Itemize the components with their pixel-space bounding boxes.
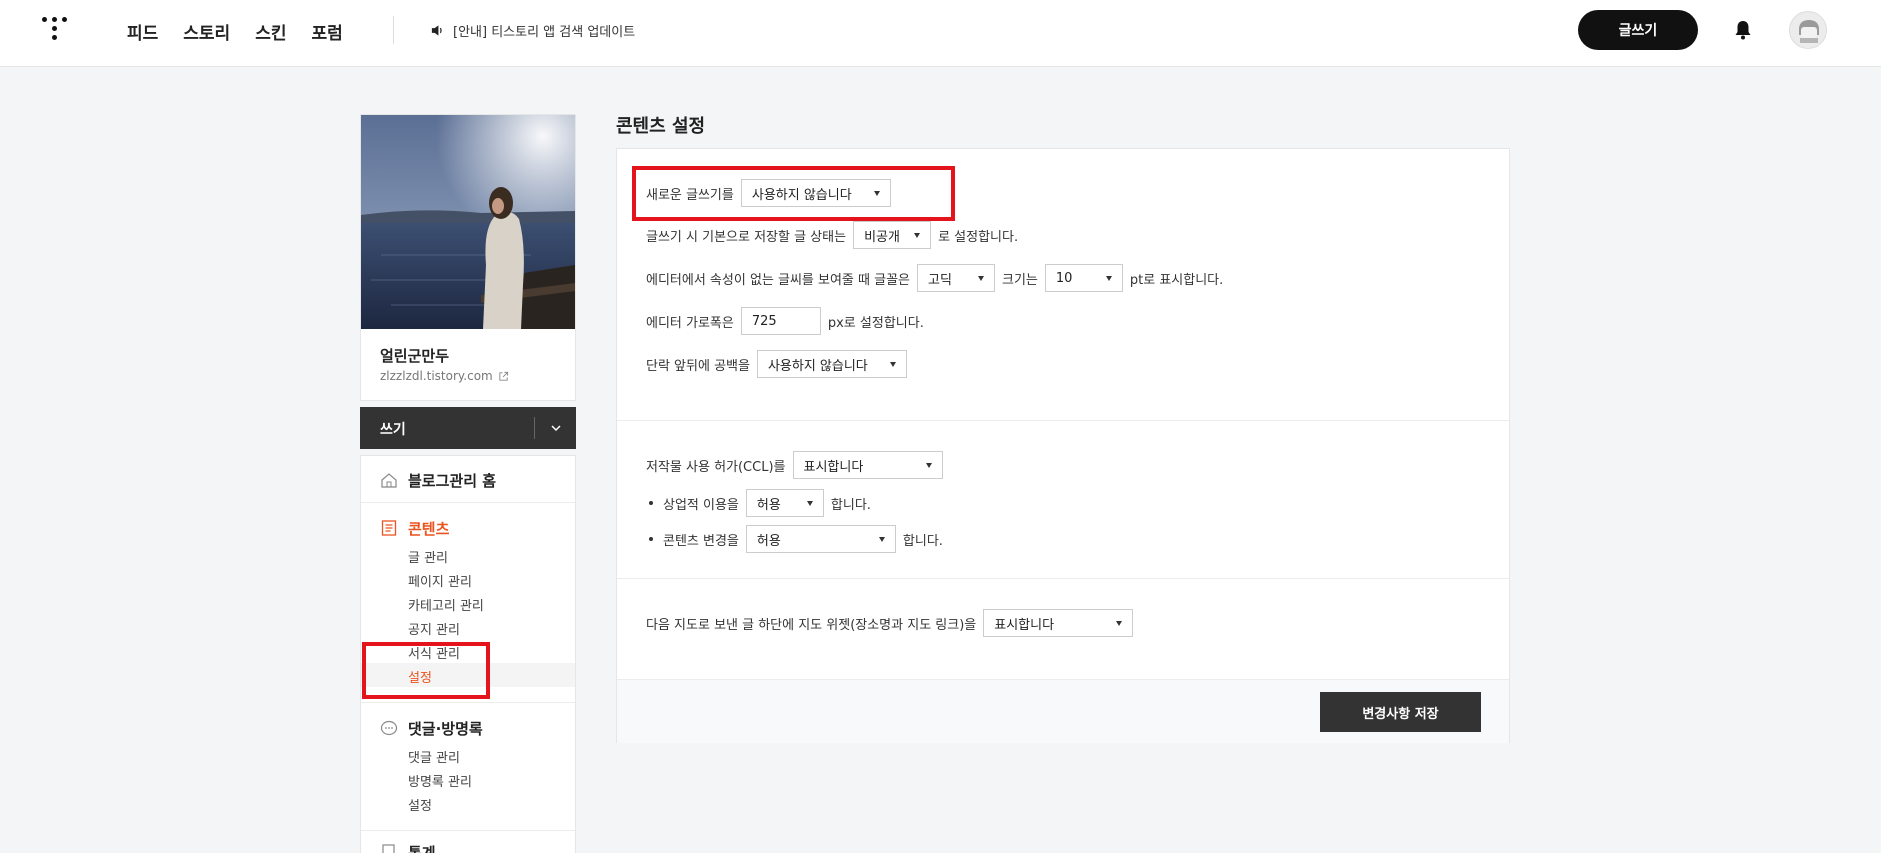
blog-url-text: zlzzlzdl.tistory.com: [380, 369, 493, 383]
sidebar-divider: [361, 830, 575, 831]
document-icon: [381, 520, 397, 536]
nav-feed[interactable]: 피드: [127, 19, 158, 44]
ccl-row: 저작물 사용 허가(CCL)를 표시합니다: [646, 451, 950, 479]
caret-down-icon: [889, 361, 896, 367]
notice-link[interactable]: [안내] 티스토리 앱 검색 업데이트: [430, 21, 635, 40]
panel-footer: 변경사항 저장: [617, 679, 1509, 743]
sidebar-section-content[interactable]: 콘텐츠: [408, 518, 449, 539]
modification-row: 콘텐츠 변경을 허용 합니다.: [646, 525, 943, 553]
commercial-use-select[interactable]: 허용: [745, 489, 824, 517]
sidebar-item-pages[interactable]: 페이지 관리: [408, 571, 472, 590]
sidebar-home-label: 블로그관리 홈: [408, 472, 497, 490]
sidebar-item-notices[interactable]: 공지 관리: [408, 619, 460, 638]
bell-icon[interactable]: [1733, 19, 1753, 41]
sidebar-item-guestbook[interactable]: 방명록 관리: [408, 771, 472, 790]
write-post-button[interactable]: 글쓰기: [1578, 10, 1698, 50]
font-size-label: 크기는: [1002, 272, 1038, 288]
content-settings-panel: 새로운 글쓰기를 사용하지 않습니다 글쓰기 시 기본으로 저장할 글 상태는 …: [616, 148, 1510, 743]
top-bar: 피드 스토리 스킨 포럼 [안내] 티스토리 앱 검색 업데이트 글쓰기: [0, 0, 1881, 67]
write-bar-divider: [534, 417, 535, 439]
highlight-box-new-editor: [632, 166, 955, 221]
sidebar-item-categories[interactable]: 카테고리 관리: [408, 595, 484, 614]
modification-label: 콘텐츠 변경을: [663, 533, 739, 549]
sidebar-item-comment-settings[interactable]: 설정: [408, 795, 432, 814]
font-suffix: pt로 표시합니다.: [1129, 272, 1224, 288]
panel-divider: [617, 578, 1509, 579]
paragraph-space-select[interactable]: 사용하지 않습니다: [756, 350, 907, 378]
sidebar-item-comments[interactable]: 댓글 관리: [408, 747, 460, 766]
speaker-icon: [431, 25, 442, 36]
caret-down-icon: [914, 232, 921, 238]
nav-divider: [393, 16, 394, 44]
default-status-row: 글쓰기 시 기본으로 저장할 글 상태는 비공개 로 설정합니다.: [646, 221, 1018, 249]
panel-divider: [617, 420, 1509, 421]
nav-skin[interactable]: 스킨: [255, 19, 286, 44]
home-icon: [381, 473, 397, 488]
main-nav: 피드 스토리 스킨 포럼: [127, 19, 343, 44]
font-size-select[interactable]: 10: [1044, 264, 1123, 292]
sidebar-divider: [361, 702, 575, 703]
highlight-box-sidebar: [362, 642, 490, 699]
default-status-suffix: 로 설정합니다.: [938, 229, 1019, 245]
blog-profile-card: 얼린군만두 zlzzlzdl.tistory.com: [360, 114, 576, 401]
tistory-logo[interactable]: [40, 16, 70, 44]
nav-story[interactable]: 스토리: [183, 19, 230, 44]
map-widget-select[interactable]: 표시합니다: [983, 609, 1134, 637]
commercial-use-row: 상업적 이용을 허용 합니다.: [646, 489, 871, 517]
write-menu-label: 쓰기: [380, 422, 406, 438]
save-changes-button[interactable]: 변경사항 저장: [1320, 692, 1481, 732]
chevron-down-icon[interactable]: [549, 421, 563, 435]
external-link-icon: [499, 371, 508, 381]
font-label: 에디터에서 속성이 없는 글씨를 보여줄 때 글꼴은: [646, 272, 910, 288]
modification-select[interactable]: 허용: [745, 525, 896, 553]
default-status-select[interactable]: 비공개: [853, 221, 932, 249]
editor-width-suffix: px로 설정합니다.: [827, 315, 924, 331]
blog-name: 얼린군만두: [380, 347, 450, 365]
editor-width-input[interactable]: 725: [740, 307, 821, 335]
notice-text: [안내] 티스토리 앱 검색 업데이트: [453, 25, 636, 40]
font-row: 에디터에서 속성이 없는 글씨를 보여줄 때 글꼴은 고딕 크기는 10 pt로…: [646, 264, 1223, 292]
map-widget-label: 다음 지도로 보낸 글 하단에 지도 위젯(장소명과 지도 링크)을: [646, 617, 977, 633]
map-widget-row: 다음 지도로 보낸 글 하단에 지도 위젯(장소명과 지도 링크)을 표시합니다: [646, 609, 1140, 637]
sidebar-section-comments[interactable]: 댓글·방명록: [408, 718, 483, 739]
default-status-label: 글쓰기 시 기본으로 저장할 글 상태는: [646, 229, 847, 245]
editor-width-row: 에디터 가로폭은 725 px로 설정합니다.: [646, 307, 924, 335]
sidebar-item-home[interactable]: 블로그관리 홈: [361, 456, 575, 503]
nav-forum[interactable]: 포럼: [311, 19, 342, 44]
paragraph-space-label: 단락 앞뒤에 공백을: [646, 358, 750, 374]
comment-icon: [380, 720, 398, 736]
editor-width-label: 에디터 가로폭은: [646, 315, 734, 331]
page-title: 콘텐츠 설정: [616, 116, 706, 137]
modification-suffix: 합니다.: [902, 533, 943, 549]
write-menu-bar[interactable]: 쓰기: [360, 407, 576, 449]
commercial-use-suffix: 합니다.: [830, 497, 871, 513]
blog-url-link[interactable]: zlzzlzdl.tistory.com: [380, 369, 509, 383]
caret-down-icon: [978, 275, 984, 281]
caret-down-icon: [925, 462, 932, 468]
user-avatar[interactable]: [1789, 11, 1827, 49]
blog-profile-image[interactable]: [361, 115, 575, 329]
paragraph-space-row: 단락 앞뒤에 공백을 사용하지 않습니다: [646, 350, 914, 378]
sidebar-section-stats[interactable]: 통계: [408, 842, 436, 853]
sidebar-item-posts[interactable]: 글 관리: [408, 547, 448, 566]
caret-down-icon: [878, 536, 885, 542]
caret-down-icon: [806, 500, 813, 506]
stats-icon: [382, 844, 395, 853]
bullet: [649, 537, 653, 541]
caret-down-icon: [1116, 620, 1123, 626]
commercial-use-label: 상업적 이용을: [663, 497, 739, 513]
font-family-select[interactable]: 고딕: [917, 264, 995, 292]
bullet: [649, 501, 653, 505]
ccl-select[interactable]: 표시합니다: [792, 451, 943, 479]
ccl-label: 저작물 사용 허가(CCL)를: [646, 459, 786, 475]
caret-down-icon: [1105, 275, 1112, 281]
